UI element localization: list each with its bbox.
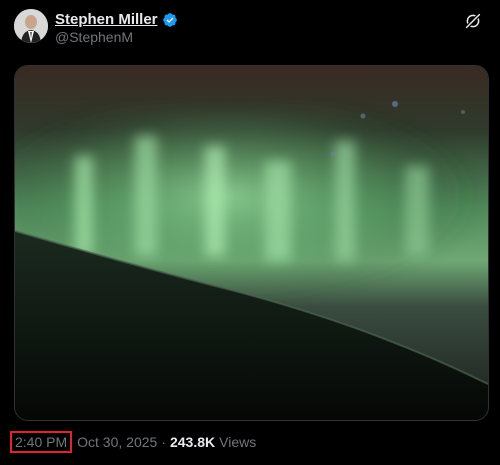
aurora-photo bbox=[15, 66, 488, 420]
author-handle[interactable]: @StephenM bbox=[55, 29, 133, 45]
post-meta: 2:40 PM Oct 30, 2025 · 243.8K Views bbox=[10, 431, 256, 453]
post-image[interactable] bbox=[14, 65, 489, 421]
views-label: Views bbox=[219, 434, 257, 450]
meta-separator: · bbox=[161, 434, 166, 450]
avatar[interactable] bbox=[14, 9, 48, 43]
post-time[interactable]: 2:40 PM bbox=[10, 431, 73, 453]
post-header: Stephen Miller @StephenM bbox=[14, 9, 486, 45]
verified-badge-icon bbox=[162, 12, 177, 27]
views-count: 243.8K bbox=[169, 434, 216, 450]
author-name[interactable]: Stephen Miller bbox=[55, 11, 158, 28]
grok-icon[interactable] bbox=[464, 12, 482, 30]
author-name-row: Stephen Miller bbox=[55, 11, 178, 28]
post-date[interactable]: Oct 30, 2025 bbox=[77, 434, 157, 450]
